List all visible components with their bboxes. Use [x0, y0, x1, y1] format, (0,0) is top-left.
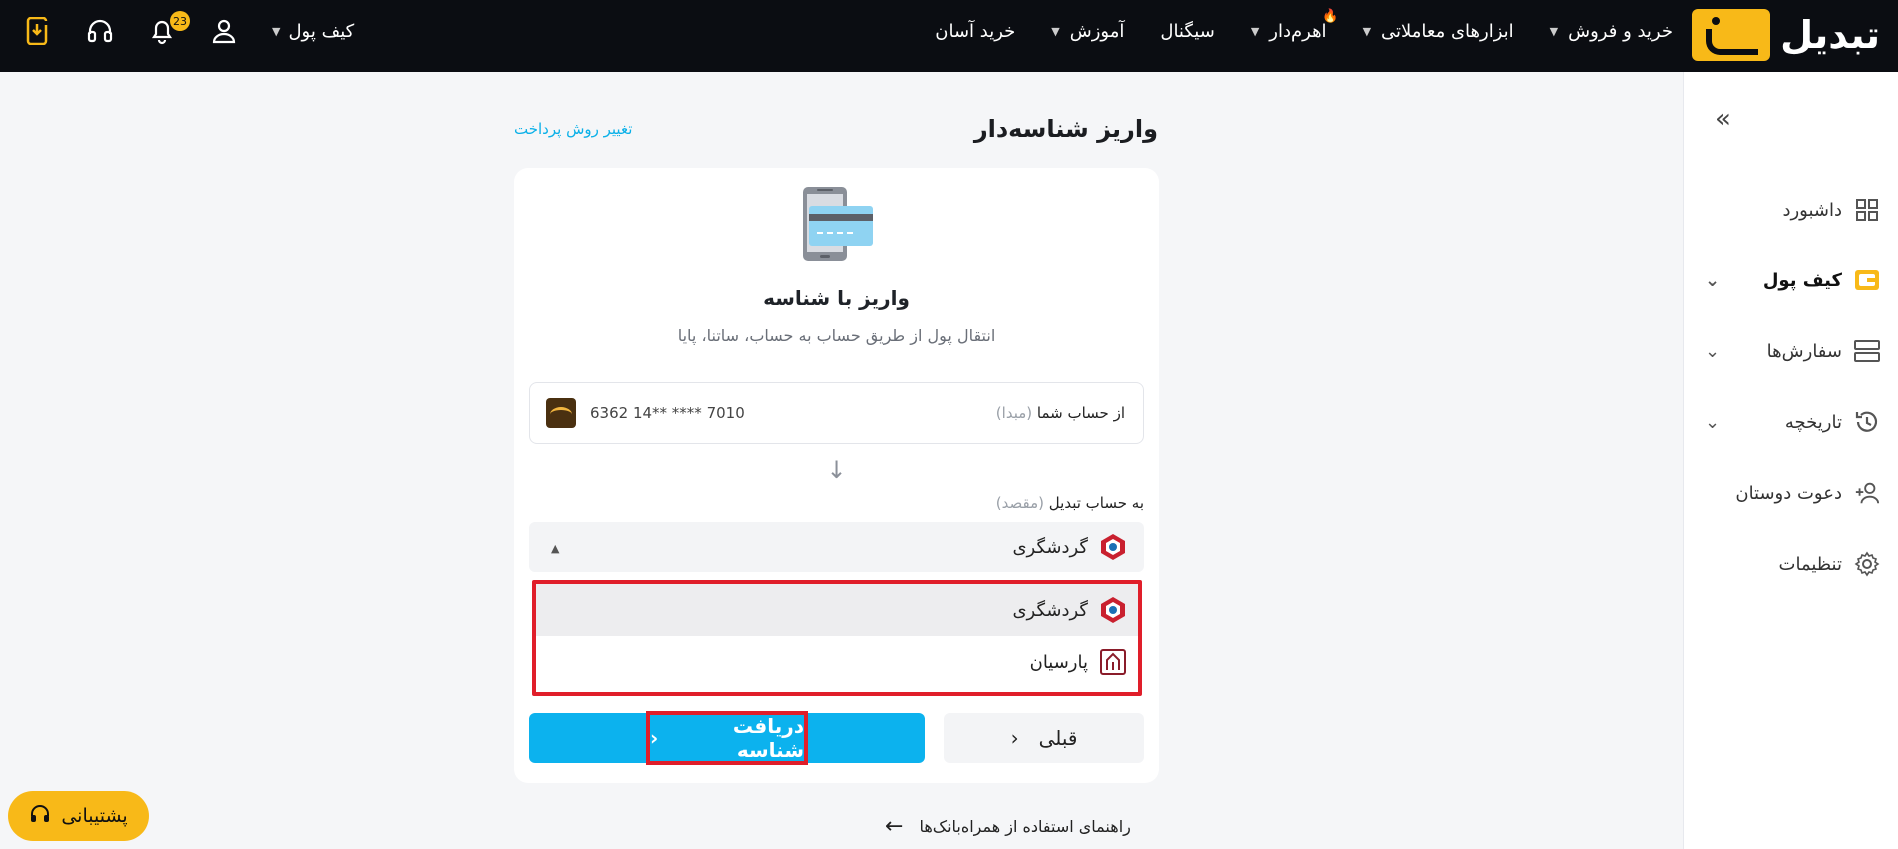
sidebar-item-settings[interactable]: تنظیمات — [1683, 539, 1898, 589]
chevron-down-icon: ▼ — [272, 24, 281, 38]
app-download-icon[interactable] — [24, 17, 52, 45]
arrow-down-icon: ↓ — [826, 456, 847, 484]
mobile-banking-guide-link[interactable]: راهنمای استفاده از همراه‌بانک‌ها ← — [885, 814, 1131, 839]
nav-label: سیگنال — [1160, 20, 1215, 42]
dashboard-icon — [1854, 197, 1880, 223]
selected-bank-label: گردشگری — [1012, 536, 1088, 558]
source-account-number: 6362 14** **** 7010 — [590, 404, 745, 422]
support-button[interactable]: پشتیبانی — [8, 791, 149, 841]
headset-icon[interactable] — [86, 17, 114, 45]
get-identifier-highlight: دریافت شناسه ‹ — [646, 711, 808, 765]
sidebar-item-label: تنظیمات — [1778, 553, 1842, 575]
arrow-left-icon: ← — [885, 814, 904, 839]
caret-up-icon: ▲ — [551, 542, 560, 555]
card-heading: واریز با شناسه — [763, 286, 910, 310]
chevron-left-icon: ‹ — [1010, 726, 1019, 750]
invite-icon — [1854, 480, 1880, 506]
chevron-down-icon: ▼ — [1250, 24, 1260, 38]
phone-card-icon — [799, 186, 875, 262]
destination-account-label: به حساب تبدیل (مقصد) — [996, 494, 1144, 512]
nav-signal[interactable]: سیگنال — [1160, 21, 1214, 42]
top-navigation-bar: تبدیل خرید و فروش ▼ ابزارهای معاملاتی ▼ … — [0, 0, 1898, 72]
bank-option-gardeshgari[interactable]: گردشگری — [536, 584, 1138, 636]
support-button-label: پشتیبانی — [61, 805, 128, 827]
chevron-left-icon: ‹ — [650, 726, 659, 750]
brand-name: تبدیل — [1780, 13, 1880, 57]
headset-icon — [29, 803, 51, 830]
nav-label: خرید و فروش — [1568, 20, 1673, 42]
page-title: واریز شناسه‌دار — [973, 115, 1158, 143]
guide-link-label: راهنمای استفاده از همراه‌بانک‌ها — [919, 817, 1131, 836]
nav-easy-buy[interactable]: خرید آسان — [935, 21, 1015, 42]
bank-option-label: گردشگری — [1012, 599, 1088, 621]
settings-icon — [1854, 551, 1880, 577]
chevron-down-icon: ▼ — [1362, 24, 1372, 38]
get-identifier-label: دریافت شناسه — [732, 714, 804, 762]
wallet-menu-label: کیف پول — [288, 20, 355, 42]
sidebar-item-history[interactable]: تاریخچه ⌄ — [1683, 397, 1898, 447]
wallet-menu[interactable]: کیف پول ▼ — [272, 21, 354, 42]
notification-bell-icon[interactable]: 23 — [148, 11, 190, 45]
source-account-box[interactable]: از حساب شما (مبدا) 6362 14** **** 7010 — [529, 382, 1144, 444]
sidebar-item-label: سفارش‌ها — [1766, 340, 1842, 362]
sidebar-item-label: دعوت دوستان — [1735, 482, 1842, 504]
chevron-down-icon: ▼ — [1549, 24, 1559, 38]
orders-icon — [1854, 338, 1880, 364]
nav-trading-tools[interactable]: ابزارهای معاملاتی ▼ — [1363, 21, 1514, 42]
sidebar-item-label: تاریخچه — [1784, 411, 1842, 433]
to-hint-text: (مقصد) — [995, 494, 1044, 512]
collapse-sidebar-icon[interactable]: » — [1710, 104, 1736, 134]
to-label-text: به حساب تبدیل — [1048, 494, 1144, 512]
card-subtitle: انتقال پول از طریق حساب به حساب، ساتنا، … — [677, 326, 996, 345]
main-nav: خرید و فروش ▼ ابزارهای معاملاتی ▼ اهرم‌د… — [935, 0, 1673, 62]
deposit-card: واریز با شناسه انتقال پول از طریق حساب ب… — [514, 168, 1159, 783]
from-hint-text: (مبدا) — [995, 404, 1033, 422]
nav-buy-sell[interactable]: خرید و فروش ▼ — [1550, 21, 1673, 42]
chevron-down-icon: ▼ — [1051, 24, 1060, 38]
top-actions: 23 کیف پول ▼ — [24, 0, 354, 62]
history-icon — [1854, 409, 1880, 435]
wallet-icon — [1854, 267, 1880, 293]
previous-button[interactable]: قبلی ‹ — [944, 713, 1144, 763]
destination-bank-select[interactable]: گردشگری ▲ — [529, 522, 1144, 572]
parsian-bank-icon — [1098, 647, 1128, 677]
chevron-down-icon[interactable]: ⌄ — [1705, 412, 1720, 433]
from-label-text: از حساب شما — [1036, 404, 1125, 422]
sidebar-item-dashboard[interactable]: داشبورد — [1683, 185, 1898, 235]
sidebar-item-label: کیف پول — [1762, 269, 1842, 291]
sidebar-item-invite[interactable]: دعوت دوستان — [1683, 468, 1898, 518]
nav-label: آموزش — [1069, 20, 1125, 42]
bank-options-dropdown: گردشگری پارسیان — [532, 580, 1142, 696]
source-bank-logo-icon — [546, 398, 576, 428]
sidebar-item-label: داشبورد — [1782, 199, 1842, 221]
chevron-down-icon[interactable]: ⌄ — [1705, 270, 1720, 291]
source-account-label: از حساب شما (مبدا) — [996, 404, 1125, 422]
sidebar-item-orders[interactable]: سفارش‌ها ⌄ — [1683, 326, 1898, 376]
nav-label: خرید آسان — [935, 20, 1016, 42]
notification-badge: 23 — [170, 11, 190, 31]
bank-option-parsian[interactable]: پارسیان — [536, 636, 1138, 688]
nav-leverage[interactable]: اهرم‌دار ▼ 🔥 — [1250, 9, 1339, 42]
nav-label: ابزارهای معاملاتی — [1381, 20, 1514, 42]
bank-option-label: پارسیان — [1029, 651, 1088, 673]
source-account-value: 6362 14** **** 7010 — [546, 398, 745, 428]
previous-button-label: قبلی — [1038, 726, 1078, 750]
fire-icon: 🔥 — [1322, 8, 1339, 24]
chevron-down-icon[interactable]: ⌄ — [1705, 341, 1720, 362]
get-identifier-button[interactable]: دریافت شناسه ‹ — [529, 711, 925, 765]
sidebar-item-wallet[interactable]: کیف پول ⌄ — [1683, 255, 1898, 305]
gardeshgari-bank-icon — [1098, 532, 1128, 562]
nav-education[interactable]: آموزش ▼ — [1051, 21, 1124, 42]
gardeshgari-bank-icon — [1098, 595, 1128, 625]
nav-label: اهرم‌دار — [1269, 20, 1327, 42]
sidebar: » داشبورد کیف پول ⌄ سفارش‌ها ⌄ تاریخچه ⌄… — [1683, 72, 1898, 849]
user-icon[interactable] — [210, 17, 238, 45]
change-payment-method-link[interactable]: تغییر روش پرداخت — [514, 120, 632, 138]
logo-icon — [1692, 9, 1771, 61]
brand-logo[interactable]: تبدیل — [1692, 8, 1880, 62]
